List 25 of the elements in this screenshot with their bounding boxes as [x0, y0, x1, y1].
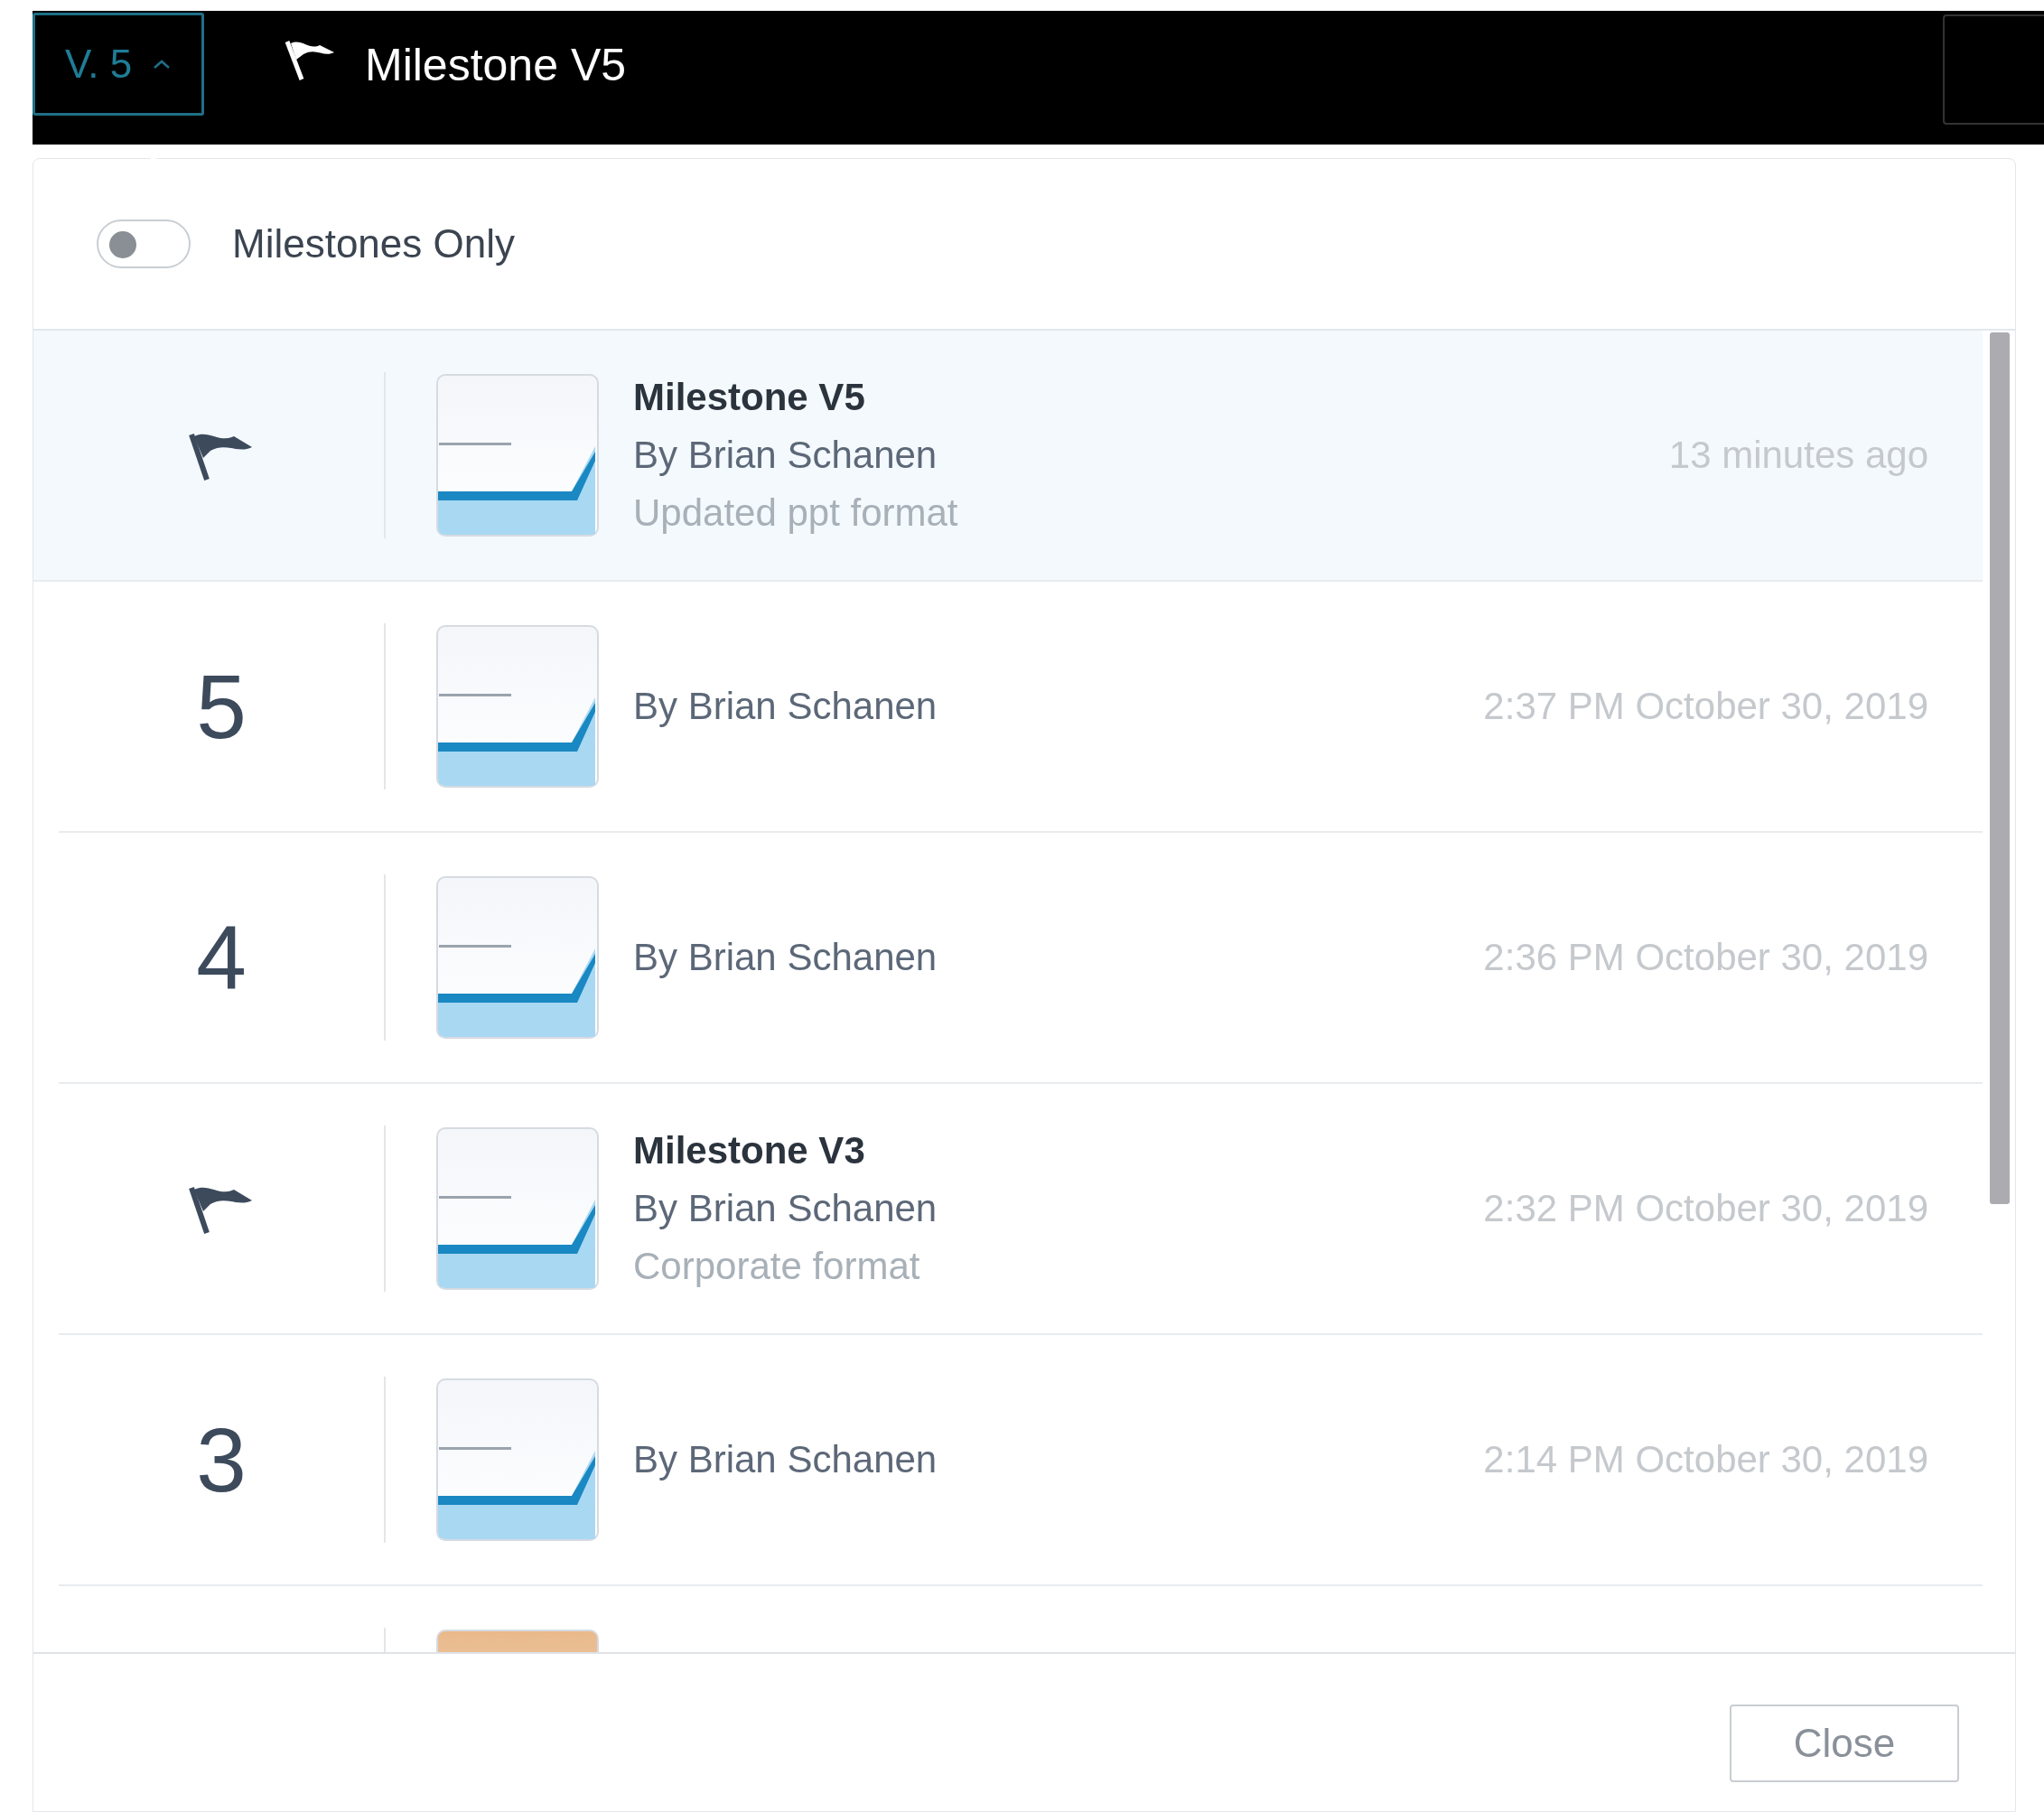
version-note: Corporate format — [633, 1245, 921, 1288]
version-note: Updated ppt format — [633, 491, 959, 535]
version-row[interactable]: 5 By Brian Schanen 2:37 PM October 30, 2019 — [59, 582, 1983, 833]
version-title: Milestone V3 — [633, 1129, 866, 1172]
timestamp: 2:32 PM October 30, 2019 — [1483, 1187, 1928, 1230]
version-number: 4 — [196, 905, 247, 1010]
version-row[interactable]: 3 By Brian Schanen 2:14 PM October 30, 2019 — [59, 1335, 1983, 1586]
timestamp: 2:36 PM October 30, 2019 — [1483, 936, 1928, 979]
version-row[interactable]: 4 By Brian Schanen 2:36 PM October 30, 2019 — [59, 833, 1983, 1084]
timestamp: 2:37 PM October 30, 2019 — [1483, 685, 1928, 728]
scrollbar[interactable] — [1990, 332, 2010, 1204]
version-number: 5 — [196, 654, 247, 759]
version-button[interactable]: V. 5 — [33, 13, 204, 116]
version-title: Milestone V5 — [633, 376, 866, 419]
timestamp: 2:14 PM October 30, 2019 — [1483, 1438, 1928, 1481]
author-name: By Brian Schanen — [633, 1187, 938, 1230]
toggle-label: Milestones Only — [232, 221, 515, 266]
version-row[interactable]: Milestone V3 By Brian Schanen 2:32 PM October 30, 2019 Corporate format — [59, 1084, 1983, 1335]
author-name: By Brian Schanen — [633, 1438, 938, 1481]
author-name: By Brian Schanen — [633, 434, 938, 477]
author-name: By Brian Schanen — [633, 936, 938, 979]
version-number: 3 — [196, 1407, 247, 1512]
milestones-toggle[interactable] — [97, 219, 191, 268]
author-name: By Brian Schanen — [633, 685, 938, 728]
header-title: Milestone V5 — [365, 39, 627, 92]
